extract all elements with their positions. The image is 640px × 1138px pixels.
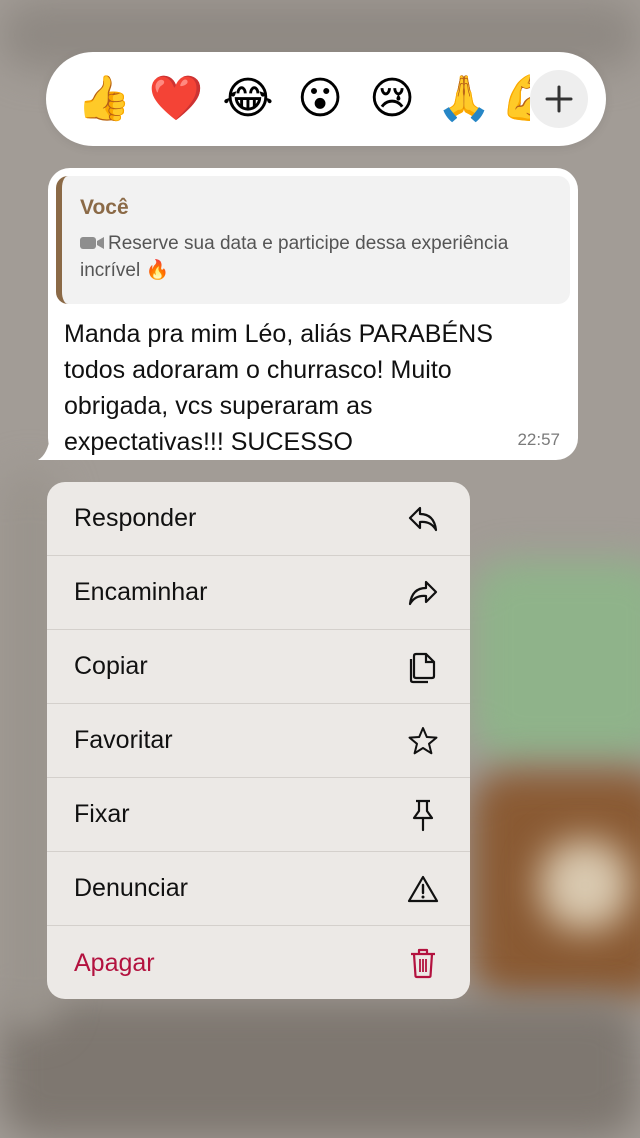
forward-icon [406,576,440,610]
plus-icon [545,85,573,113]
menu-item-label: Apagar [74,948,155,977]
menu-item-reply[interactable]: Responder [47,482,470,556]
menu-item-delete[interactable]: Apagar [47,926,470,999]
menu-item-report[interactable]: Denunciar [47,852,470,926]
menu-item-label: Denunciar [74,874,188,902]
message-text: Manda pra mim Léo, aliás PARABÉNS todos … [64,320,493,456]
reaction-heart[interactable]: ❤️ [140,63,212,135]
quoted-message[interactable]: Você Reserve sua data e participe dessa … [56,176,570,304]
more-reactions-button[interactable] [530,70,588,128]
video-camera-icon [80,237,104,249]
message-bubble[interactable]: Você Reserve sua data e participe dessa … [48,168,578,460]
menu-item-copy[interactable]: Copiar [47,630,470,704]
copy-icon [406,650,440,684]
menu-item-label: Favoritar [74,726,173,754]
reaction-thumbs-up[interactable]: 👍 [68,63,140,135]
menu-item-label: Fixar [74,800,130,828]
reaction-flexed-bicep[interactable]: 💪 [500,63,530,135]
reply-icon [406,502,440,536]
quoted-author: Você [80,196,129,219]
menu-item-label: Encaminhar [74,578,208,606]
reaction-crying[interactable]: 😢 [356,63,428,135]
context-menu: Responder Encaminhar Copiar Favoritar Fi… [47,482,470,999]
menu-item-pin[interactable]: Fixar [47,778,470,852]
quoted-text-line: Reserve sua data e participe dessa exper… [80,230,554,284]
reaction-praying-hands[interactable]: 🙏 [428,63,500,135]
quoted-text: Reserve sua data e participe dessa exper… [80,233,509,281]
message-timestamp: 22:57 [517,430,560,449]
menu-item-favorite[interactable]: Favoritar [47,704,470,778]
warning-icon [406,872,440,906]
pin-icon [406,798,440,832]
star-icon [406,724,440,758]
reaction-surprised[interactable]: 😮 [284,63,356,135]
trash-icon [406,946,440,980]
menu-item-label: Copiar [74,652,148,680]
reaction-laughing[interactable]: 😂 [212,63,284,135]
menu-item-label: Responder [74,504,197,532]
reaction-bar: 👍 ❤️ 😂 😮 😢 🙏 💪 [46,52,606,146]
menu-item-forward[interactable]: Encaminhar [47,556,470,630]
